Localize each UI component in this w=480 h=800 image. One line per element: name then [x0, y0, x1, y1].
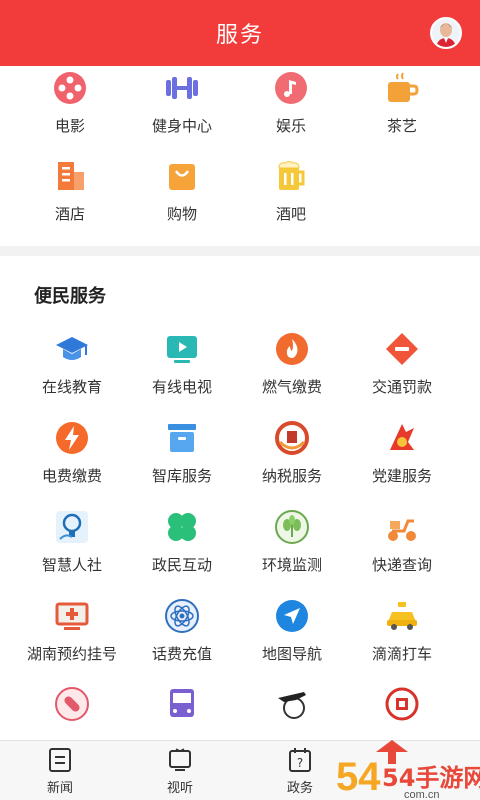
grid-item-entertainment[interactable]: 娱乐: [231, 70, 351, 150]
service-label: 智库服务: [151, 468, 212, 485]
service-label: 快递查询: [371, 557, 432, 574]
service-gas-payment[interactable]: 燃气缴费: [232, 331, 352, 411]
grid-item-fitness[interactable]: 健身中心: [122, 70, 242, 150]
service-bus[interactable]: [122, 686, 242, 740]
service-label: 有线电视: [151, 379, 212, 396]
service-citizen-interaction[interactable]: 政民互动: [122, 509, 242, 589]
airplane-globe-icon: [278, 692, 306, 719]
service-label: 智慧人社: [41, 557, 102, 574]
hotel-building-icon: [58, 162, 84, 190]
service-label: 地图导航: [261, 646, 322, 663]
service-label: 滴滴打车: [371, 646, 432, 663]
leaf-icon: [275, 510, 309, 544]
service-electricity-payment[interactable]: 电费缴费: [12, 420, 132, 500]
service-medicine[interactable]: [12, 686, 132, 740]
grid-item-label: 娱乐: [275, 118, 306, 135]
service-smart-social-security[interactable]: 智慧人社: [12, 509, 132, 589]
grid-item-label: 酒吧: [275, 206, 306, 223]
avatar[interactable]: [430, 17, 462, 49]
news-icon: [49, 748, 71, 772]
service-label: 党建服务: [371, 468, 432, 485]
service-label: 电费缴费: [41, 468, 102, 485]
atom-icon: [165, 599, 199, 633]
pill-icon: [55, 687, 89, 721]
tab-label: 政务: [286, 780, 313, 795]
tab-news[interactable]: 新闻: [20, 747, 100, 799]
no-entry-sign-icon: [386, 333, 418, 365]
service-label: 话费充值: [151, 646, 212, 663]
service-party-building[interactable]: 党建服务: [342, 420, 462, 500]
watermark-logo: 54 54手游网 com.cn: [332, 734, 480, 800]
beer-mug-icon: [278, 161, 305, 190]
archive-box-icon: [168, 424, 196, 452]
watermark-subtext: com.cn: [404, 789, 439, 800]
service-traffic-fines[interactable]: 交通罚款: [342, 331, 462, 411]
service-label: 交通罚款: [371, 379, 432, 396]
tv-icon: [169, 748, 191, 771]
service-tax[interactable]: 纳税服务: [232, 420, 352, 500]
medical-monitor-icon: [55, 602, 89, 630]
grid-item-label: 茶艺: [386, 118, 417, 135]
service-cable-tv[interactable]: 有线电视: [122, 331, 242, 411]
page-title: 服务: [215, 22, 264, 47]
service-label: 政民互动: [151, 557, 212, 574]
leisure-section: 电影 健身中心 娱乐 茶艺 酒店 购物 酒吧: [0, 66, 480, 246]
section-title: 便民服务: [34, 286, 106, 306]
grid-item-movie[interactable]: 电影: [10, 70, 130, 150]
grid-item-shopping[interactable]: 购物: [122, 158, 242, 238]
watermark-text: 54手游网: [382, 764, 480, 792]
navigation-arrow-icon: [276, 600, 308, 632]
music-note-icon: [275, 72, 307, 104]
idea-bulb-icon: [56, 511, 88, 543]
service-map-navigation[interactable]: 地图导航: [232, 598, 352, 678]
tea-cup-icon: [388, 72, 419, 102]
delivery-scooter-icon: [388, 519, 416, 541]
party-emblem-icon: [390, 424, 414, 450]
service-environment-monitoring[interactable]: 环境监测: [232, 509, 352, 589]
grid-item-label: 电影: [54, 118, 85, 135]
service-phone-recharge[interactable]: 话费充值: [122, 598, 242, 678]
service-hunan-appointment[interactable]: 湖南预约挂号: [12, 598, 132, 678]
service-label: 在线教育: [41, 379, 102, 396]
flame-icon: [276, 333, 308, 365]
service-didi-taxi[interactable]: 滴滴打车: [342, 598, 462, 678]
grid-item-label: 购物: [166, 206, 197, 223]
service-label: 环境监测: [261, 557, 322, 574]
taxi-icon: [387, 602, 417, 630]
service-government-seal[interactable]: [342, 686, 462, 740]
grid-item-label: 酒店: [54, 206, 85, 223]
lightning-icon: [56, 422, 88, 454]
film-reel-icon: [54, 72, 86, 104]
convenience-services-section: 便民服务 在线教育 有线电视 燃气缴费 交通罚款 电费缴费 智库服务 纳税服务 …: [0, 256, 480, 740]
service-label: 燃气缴费: [261, 379, 322, 396]
service-online-education[interactable]: 在线教育: [12, 331, 132, 411]
service-flight[interactable]: [232, 686, 352, 740]
dumbbell-icon: [166, 77, 198, 99]
grid-item-tea[interactable]: 茶艺: [342, 70, 462, 150]
grid-item-label: 健身中心: [151, 118, 212, 135]
grid-item-bar[interactable]: 酒吧: [231, 158, 351, 238]
tab-label: 新闻: [46, 780, 73, 795]
service-label: 湖南预约挂号: [26, 646, 117, 663]
tax-emblem-icon: [275, 421, 309, 455]
svg-text:?: ?: [297, 756, 303, 770]
clover-icon: [168, 513, 196, 541]
help-calendar-icon: ?: [289, 748, 311, 772]
graduation-cap-icon: [56, 337, 88, 360]
svg-text:54: 54: [336, 755, 381, 799]
service-think-tank[interactable]: 智库服务: [122, 420, 242, 500]
top-app-bar: 服务: [0, 0, 480, 66]
shopping-bag-icon: [169, 164, 195, 190]
service-express-tracking[interactable]: 快递查询: [342, 509, 462, 589]
grid-item-hotel[interactable]: 酒店: [10, 158, 130, 238]
service-label: 纳税服务: [261, 468, 322, 485]
official-seal-icon: [385, 687, 419, 721]
tv-play-icon: [167, 336, 197, 363]
bus-icon: [170, 689, 194, 717]
tab-label: 视听: [166, 780, 193, 795]
tab-audiovisual[interactable]: 视听: [140, 747, 220, 799]
tab-government-affairs[interactable]: ? 政务: [260, 747, 340, 799]
